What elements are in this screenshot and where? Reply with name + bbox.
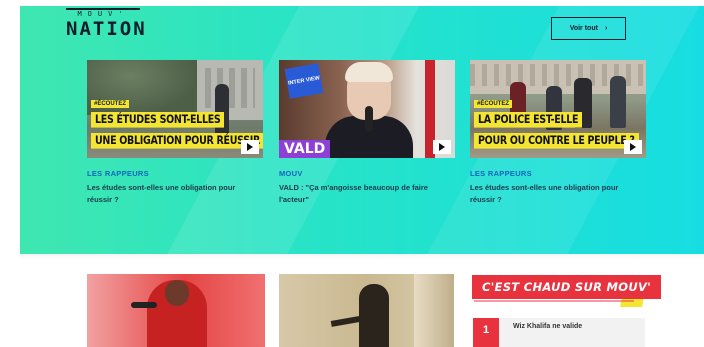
card-category[interactable]: LES RAPPEURS (87, 169, 263, 178)
card-category[interactable]: MOUV (279, 169, 455, 178)
section-divider (20, 254, 704, 260)
headline-line: LES ÉTUDES SONT-ELLES (91, 112, 225, 128)
headline-line: LA POLICE EST-ELLE (474, 112, 583, 128)
card-description[interactable]: Les études sont-elles une obligation pou… (87, 182, 247, 206)
trending-rank-number: 1 (473, 318, 499, 347)
thumbnail-performer (359, 284, 389, 347)
microphone-icon (365, 106, 373, 132)
play-button[interactable] (241, 140, 259, 154)
chevron-right-icon: › (604, 25, 608, 32)
logo-big-text: NATION (66, 18, 147, 40)
mouv-nation-logo[interactable]: MOUV' NATION (66, 8, 147, 48)
card-description[interactable]: Les études sont-elles une obligation pou… (470, 182, 630, 206)
play-icon (630, 143, 636, 151)
headline-line: UNE OBLIGATION POUR RÉUSSIR ? (91, 133, 263, 149)
video-thumbnail[interactable]: #ÉCOUTEZ LES ÉTUDES SONT-ELLES UNE OBLIG… (87, 60, 263, 158)
see-all-button[interactable]: Voir tout › (551, 17, 626, 40)
hashtag-label: #ÉCOUTEZ (474, 100, 513, 108)
video-card[interactable]: #ÉCOUTEZ LES ÉTUDES SONT-ELLES UNE OBLIG… (87, 60, 263, 206)
video-thumbnail[interactable]: INTER VIEW VALD (279, 60, 455, 158)
thumbnail-building (197, 60, 263, 120)
article-thumbnail[interactable] (87, 274, 265, 347)
trending-list-item[interactable]: 1 Wiz Khalifa ne valide (473, 318, 645, 347)
artist-name-overlay: VALD (279, 140, 331, 158)
video-thumbnail[interactable]: #ÉCOUTEZ LA POLICE EST-ELLE POUR OU CONT… (470, 60, 646, 158)
trending-item-text[interactable]: Wiz Khalifa ne valide (513, 323, 582, 330)
video-card[interactable]: INTER VIEW VALD MOUV VALD : "Ça m'angois… (279, 60, 455, 206)
see-all-label: Voir tout (569, 25, 598, 32)
thumbnail-person (610, 76, 626, 128)
play-icon (439, 143, 445, 151)
page: MOUV' NATION Voir tout › #ÉCOUTEZ LES ÉT… (0, 0, 704, 347)
card-category[interactable]: LES RAPPEURS (470, 169, 646, 178)
interview-badge: INTER VIEW (284, 63, 324, 99)
microphone-icon (131, 302, 157, 308)
trending-title-underline (474, 300, 634, 302)
play-icon (247, 143, 253, 151)
thumbnail-person-hair (345, 62, 393, 82)
thumbnail-performer-head (165, 280, 189, 306)
trending-title: C'EST CHAUD SUR MOUV' (472, 275, 662, 299)
card-description[interactable]: VALD : "Ça m'angoisse beaucoup de faire … (279, 182, 439, 206)
thumbnail-curtain (414, 274, 454, 347)
play-button[interactable] (433, 140, 451, 154)
hashtag-label: #ÉCOUTEZ (91, 100, 130, 108)
article-thumbnail[interactable] (279, 274, 454, 347)
play-button[interactable] (624, 140, 642, 154)
headline-line: POUR OU CONTRE LE PEUPLE ? (474, 133, 639, 149)
video-card[interactable]: #ÉCOUTEZ LA POLICE EST-ELLE POUR OU CONT… (470, 60, 646, 206)
